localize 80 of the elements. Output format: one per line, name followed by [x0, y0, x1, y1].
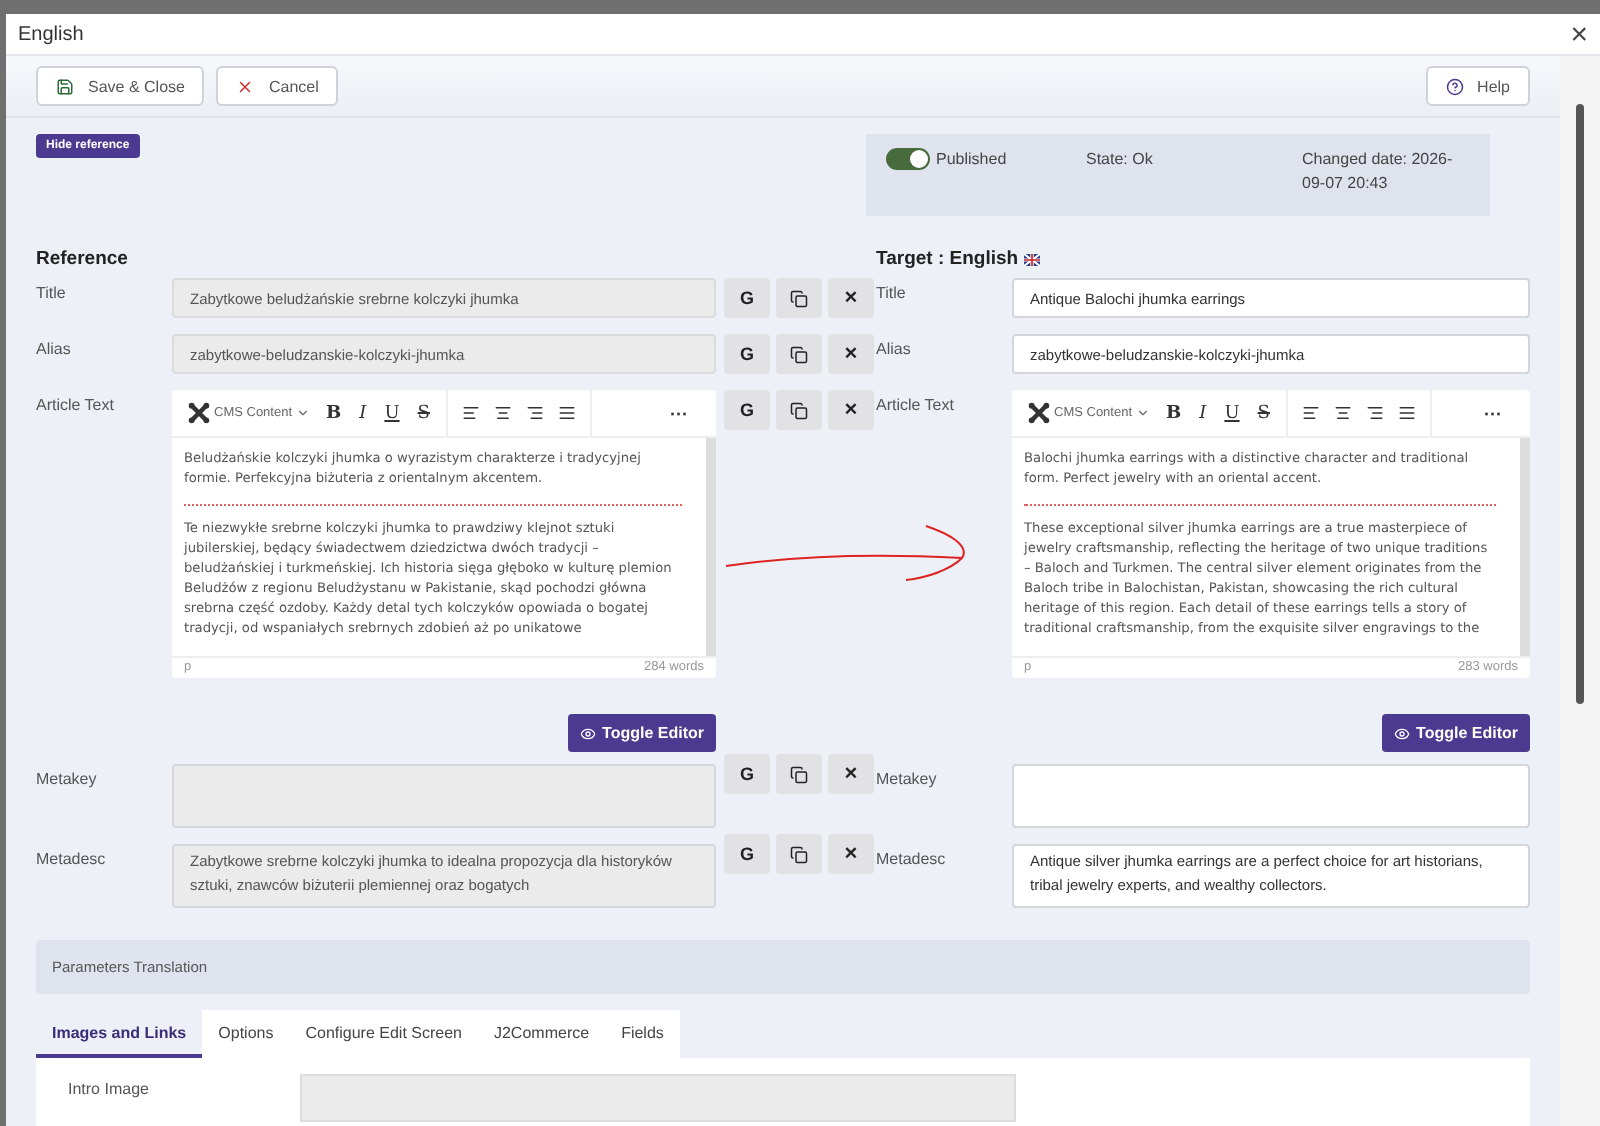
more-button[interactable]: ··· — [1484, 403, 1502, 423]
published-switch[interactable] — [886, 148, 930, 170]
tab[interactable]: J2Commerce — [477, 1010, 606, 1058]
logo-icon — [188, 402, 210, 424]
tab[interactable]: Configure Edit Screen — [289, 1010, 478, 1058]
state-text: State: Ok — [1086, 148, 1155, 172]
rich-text-editor[interactable] — [172, 390, 716, 678]
translate-button[interactable]: G — [724, 390, 770, 430]
toggle-editor-button[interactable]: Toggle Editor — [568, 714, 716, 752]
close-icon — [236, 77, 255, 95]
format-button[interactable]: I — [357, 403, 369, 423]
scrollbar-thumb[interactable] — [1576, 104, 1584, 704]
copy-icon — [790, 345, 808, 363]
translate-button[interactable]: G — [724, 834, 770, 874]
align-left-icon[interactable] — [1301, 404, 1320, 422]
toggle-editor-button[interactable]: Toggle Editor — [1382, 714, 1530, 752]
align-right-icon[interactable] — [1365, 404, 1384, 422]
field-label: Title — [876, 282, 908, 306]
copy-button[interactable] — [776, 390, 822, 430]
column-heading: Reference — [36, 248, 128, 270]
more-button[interactable]: ··· — [670, 403, 688, 423]
chevron-down-icon — [1136, 406, 1151, 420]
align-justify-icon[interactable] — [1397, 404, 1416, 422]
copy-icon — [790, 765, 808, 783]
clear-button[interactable]: × — [828, 834, 874, 874]
field-label: Metadesc — [876, 848, 948, 872]
changed-date: Changed date: 2026-09-07 20:43 — [1302, 148, 1455, 196]
switch-label: Published — [936, 150, 1007, 168]
align-left-icon[interactable] — [461, 404, 480, 422]
field-label: Metakey — [876, 768, 939, 792]
cancel-button[interactable]: Cancel — [216, 66, 339, 106]
chevron-down-icon — [296, 406, 311, 420]
field-label: Alias — [876, 338, 913, 362]
field-label: Metakey — [36, 768, 99, 792]
format-button[interactable]: U — [382, 403, 402, 423]
field-label: Article Text — [876, 394, 956, 418]
field-label: Alias — [36, 338, 73, 362]
help-icon — [1445, 77, 1464, 95]
save-icon — [56, 77, 74, 95]
flag-icon — [1024, 253, 1041, 265]
window-title: English — [18, 23, 84, 45]
translate-button[interactable]: G — [724, 278, 770, 318]
field-label: Intro Image — [68, 1078, 151, 1102]
format-button[interactable]: I — [1197, 403, 1209, 423]
clear-button[interactable]: × — [828, 278, 874, 318]
eye-icon — [580, 725, 597, 741]
copy-button[interactable] — [776, 334, 822, 374]
copy-button[interactable] — [776, 278, 822, 318]
copy-icon — [790, 845, 808, 863]
copy-icon — [790, 401, 808, 419]
format-button[interactable]: B — [324, 403, 344, 423]
translate-button[interactable]: G — [724, 334, 770, 374]
logo-icon — [1028, 402, 1050, 424]
column-heading: Target : English — [876, 248, 1019, 270]
field-label: Metadesc — [36, 848, 108, 872]
align-justify-icon[interactable] — [557, 404, 576, 422]
align-center-icon[interactable] — [493, 404, 512, 422]
help-button[interactable]: Help — [1425, 66, 1530, 106]
copy-button[interactable] — [776, 834, 822, 874]
clear-button[interactable]: × — [828, 390, 874, 430]
align-center-icon[interactable] — [1333, 404, 1352, 422]
copy-button[interactable] — [776, 754, 822, 794]
save-button[interactable]: Save & Close — [36, 66, 205, 106]
eye-icon — [1394, 725, 1411, 741]
field-label: Article Text — [36, 394, 116, 418]
image-field[interactable] — [300, 1074, 1016, 1122]
tab[interactable]: Options — [202, 1010, 290, 1058]
clear-button[interactable]: × — [828, 334, 874, 374]
clear-button[interactable]: × — [828, 754, 874, 794]
format-button[interactable]: S — [415, 403, 432, 423]
translate-button[interactable]: G — [724, 754, 770, 794]
rich-text-editor[interactable] — [1012, 390, 1530, 678]
format-button[interactable]: B — [1164, 403, 1184, 423]
align-right-icon[interactable] — [525, 404, 544, 422]
close-button[interactable]: × — [1570, 19, 1588, 49]
field-label: Title — [36, 282, 68, 306]
tab[interactable]: Fields — [605, 1010, 680, 1058]
format-button[interactable]: U — [1222, 403, 1242, 423]
copy-icon — [790, 289, 808, 307]
format-button[interactable]: S — [1255, 403, 1272, 423]
